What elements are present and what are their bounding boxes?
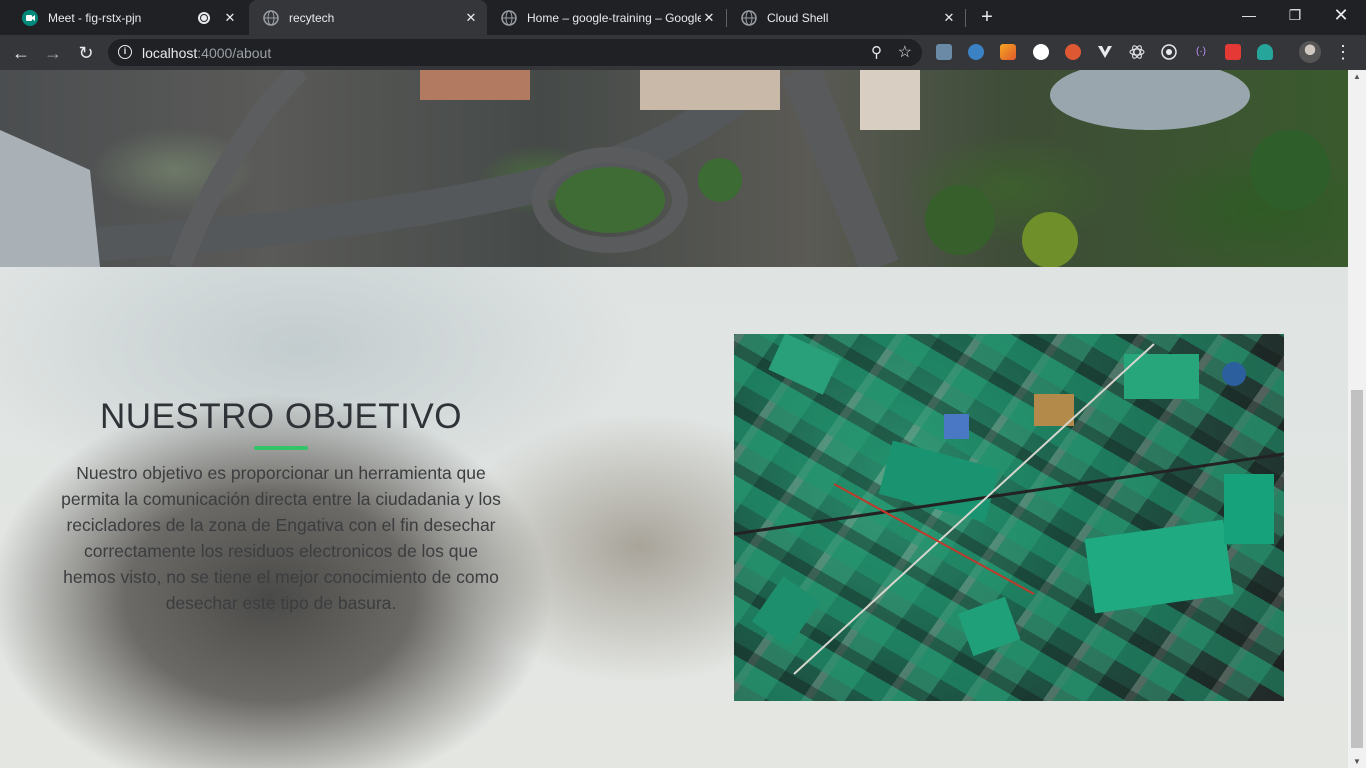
- info-icon[interactable]: i: [118, 45, 132, 59]
- objective-section: NUESTRO OBJETIVO Nuestro objetivo es pro…: [0, 267, 1348, 768]
- e-waste-drawing: [734, 334, 1284, 675]
- hero-aerial-city-image: [0, 70, 1348, 267]
- ext-icon-3[interactable]: [1000, 44, 1016, 60]
- ext-icon-5[interactable]: [1065, 44, 1081, 60]
- new-tab-button[interactable]: +: [976, 6, 998, 28]
- title-underline: [254, 446, 308, 450]
- ext-icon-6[interactable]: [1097, 44, 1113, 60]
- page-scrollbar[interactable]: ▲ ▼: [1348, 70, 1366, 768]
- tab-title: Home – google-training – Google: [527, 10, 701, 25]
- page-viewport: NUESTRO OBJETIVO Nuestro objetivo es pro…: [0, 70, 1348, 768]
- back-button[interactable]: ←: [9, 41, 33, 65]
- ext-icon-7[interactable]: [1129, 44, 1145, 60]
- tab-title: Cloud Shell: [767, 10, 829, 25]
- ext-icon-11[interactable]: [1257, 44, 1273, 60]
- zoom-icon[interactable]: ⚲: [871, 43, 882, 61]
- url-text[interactable]: localhost:4000/about: [142, 45, 271, 61]
- reload-button[interactable]: ↻: [74, 41, 98, 65]
- close-tab-icon[interactable]: ✕: [463, 10, 479, 26]
- tab-strip: Meet - fig-rstx-pjn ✕ recytech ✕ Home – …: [0, 0, 1366, 35]
- tab-meet[interactable]: Meet - fig-rstx-pjn ✕: [8, 0, 246, 35]
- close-tab-icon[interactable]: ✕: [941, 10, 957, 26]
- tab-divider: [965, 9, 966, 27]
- objective-text: Nuestro objetivo es proporcionar un herr…: [61, 463, 501, 613]
- close-window-button[interactable]: ✕: [1318, 0, 1364, 32]
- close-tab-icon[interactable]: ✕: [222, 10, 238, 26]
- restore-button[interactable]: ❐: [1272, 0, 1318, 32]
- google-meet-icon: [22, 9, 38, 26]
- globe-icon: [501, 9, 517, 26]
- bookmark-star-icon[interactable]: ☆: [898, 42, 912, 62]
- forward-button[interactable]: →: [41, 41, 65, 65]
- recording-icon: [198, 11, 210, 24]
- objective-title: NUESTRO OBJETIVO: [100, 397, 462, 436]
- scroll-up-icon[interactable]: ▲: [1353, 72, 1361, 81]
- address-bar[interactable]: i localhost:4000/about ⚲ ☆: [108, 39, 922, 66]
- scroll-thumb[interactable]: [1351, 390, 1363, 748]
- tab-recytech[interactable]: recytech ✕: [249, 0, 487, 35]
- close-tab-icon[interactable]: ✕: [701, 10, 717, 26]
- tab-title: recytech: [289, 10, 335, 25]
- minimize-button[interactable]: —: [1226, 0, 1272, 32]
- url-path: :4000/about: [197, 45, 272, 61]
- profile-avatar[interactable]: [1299, 41, 1321, 63]
- hero-aerial-city-drawing: [0, 70, 1330, 267]
- globe-icon: [263, 9, 279, 26]
- objective-block: NUESTRO OBJETIVO Nuestro objetivo es pro…: [60, 397, 502, 616]
- url-host: localhost: [142, 45, 198, 61]
- e-waste-image: [734, 334, 1284, 701]
- globe-icon: [741, 9, 757, 26]
- ext-icon-1[interactable]: [936, 44, 952, 60]
- ext-icon-10[interactable]: [1225, 44, 1241, 60]
- browser-toolbar: ← → ↻ i localhost:4000/about ⚲ ☆ (·) ⋮: [0, 35, 1366, 70]
- tab-title: Meet - fig-rstx-pjn: [48, 10, 142, 25]
- ext-icon-9[interactable]: (·): [1193, 44, 1209, 60]
- chrome-menu-icon[interactable]: ⋮: [1334, 41, 1352, 63]
- ext-icon-8[interactable]: [1161, 44, 1177, 60]
- ext-icon-2[interactable]: [968, 44, 984, 60]
- scroll-down-icon[interactable]: ▼: [1353, 757, 1361, 766]
- ext-icon-4[interactable]: [1033, 44, 1049, 60]
- tab-cloud-shell[interactable]: Cloud Shell ✕: [727, 0, 965, 35]
- tab-home-google-training[interactable]: Home – google-training – Google ✕: [487, 0, 725, 35]
